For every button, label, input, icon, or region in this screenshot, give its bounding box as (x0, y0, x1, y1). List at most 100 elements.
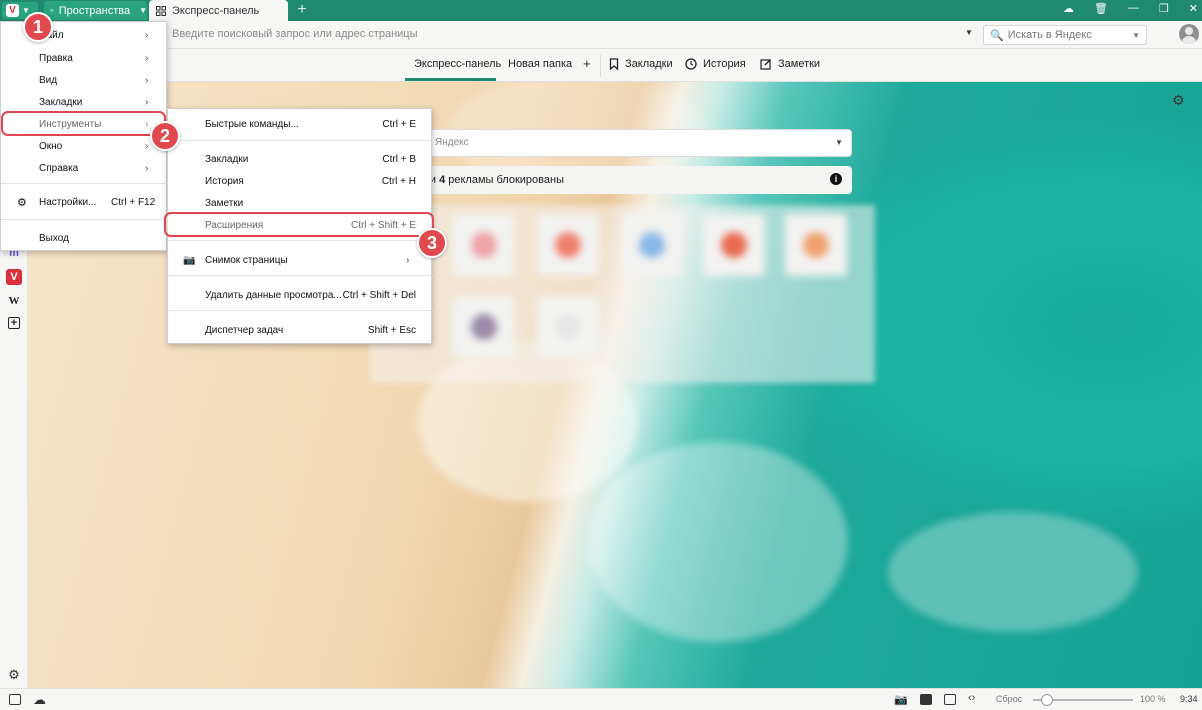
panel-toggle-icon[interactable] (9, 694, 21, 705)
page-tiling-icon[interactable] (944, 694, 956, 705)
menu-item-bookmarks[interactable]: Закладки Ctrl + B (168, 148, 433, 170)
divider (1, 219, 168, 220)
menu-item-bookmarks[interactable]: Закладки › (1, 91, 168, 113)
chevron-down-icon[interactable]: ▼ (965, 28, 973, 37)
speed-dial-tile[interactable] (621, 214, 683, 276)
bookmark-new-folder[interactable]: Новая папка (508, 58, 572, 70)
menu-item-label: Закладки (205, 153, 249, 165)
history-panel-button[interactable]: История (685, 58, 746, 70)
menu-item-clear-data[interactable]: Удалить данные просмотра... Ctrl + Shift … (168, 284, 433, 306)
notes-icon (760, 59, 771, 70)
highlight-extensions (164, 212, 434, 237)
bookmarks-panel-button[interactable]: Закладки (609, 58, 673, 70)
camera-icon[interactable]: 📷 (894, 693, 908, 706)
tile-favicon-icon (639, 232, 665, 258)
menu-item-shortcut: Ctrl + B (382, 153, 416, 165)
menu-item-history[interactable]: История Ctrl + H (168, 170, 433, 192)
menu-item-capture-page[interactable]: 📷 Снимок страницы › (168, 249, 433, 271)
speed-dial-tile[interactable] (785, 214, 847, 276)
history-label: История (703, 58, 746, 70)
menu-item-exit[interactable]: Выход (1, 227, 168, 249)
divider (168, 310, 433, 311)
notes-label: Заметки (778, 58, 821, 70)
search-input[interactable]: 🔍 Искать в Яндекс ▼ (983, 25, 1147, 45)
menu-item-edit[interactable]: Правка › (1, 47, 168, 69)
background-wave (888, 512, 1138, 632)
add-folder-button[interactable]: + (583, 56, 591, 71)
menu-item-label: Настройки... (39, 196, 97, 208)
notes-panel-button[interactable]: Заметки (760, 58, 820, 70)
trash-icon[interactable]: 🗑 (1094, 2, 1108, 15)
chevron-right-icon: › (145, 52, 149, 64)
zoom-level: 100 % (1140, 694, 1166, 704)
zoom-reset-button[interactable]: Сброс (996, 694, 1022, 704)
chevron-down-icon: ▼ (139, 6, 147, 15)
search-placeholder: Искать в Яндекс (1007, 29, 1092, 41)
info-icon[interactable]: i (830, 173, 842, 185)
settings-icon[interactable]: ⚙ (6, 667, 22, 683)
divider (168, 140, 433, 141)
menu-item-label: Удалить данные просмотра... (205, 289, 342, 301)
cloud-icon[interactable]: ☁ (33, 692, 46, 708)
image-icon[interactable] (920, 694, 932, 705)
chevron-right-icon: › (145, 29, 149, 41)
menu-item-view[interactable]: Вид › (1, 69, 168, 91)
menu-item-settings[interactable]: ⚙ Настройки... Ctrl + F12 (1, 191, 168, 213)
menu-item-shortcut: Shift + Esc (367, 324, 416, 336)
restore-icon[interactable]: ❐ (1159, 2, 1169, 15)
speed-dial-tile[interactable] (537, 214, 599, 276)
main-menu: Файл › Правка › Вид › Закладки › Инструменты… (0, 21, 168, 251)
menu-item-shortcut: Ctrl + Shift + Del (342, 289, 416, 301)
url-input[interactable]: Введите поисковый запрос или адрес стран… (166, 25, 979, 45)
address-bar: Введите поисковый запрос или адрес стран… (0, 21, 1202, 49)
menu-item-label: Выход (39, 232, 69, 244)
wikipedia-icon[interactable]: W (6, 293, 22, 309)
cloud-sync-icon[interactable]: ☁ (1063, 2, 1074, 15)
zoom-slider-handle[interactable] (1041, 694, 1053, 706)
menu-item-task-manager[interactable]: Диспетчер задач Shift + Esc (168, 319, 433, 341)
chevron-right-icon: › (145, 140, 149, 152)
chevron-right-icon: › (406, 254, 410, 266)
menu-item-shortcut: Ctrl + F12 (111, 196, 156, 208)
status-bar: ☁ 📷 ‹› Сброс 100 % 9:34 (0, 688, 1202, 710)
menu-item-label: Снимок страницы (205, 254, 288, 266)
menu-item-help[interactable]: Справка › (1, 157, 168, 179)
bookmarks-bar: Экспресс-панель Новая папка + Закладки И… (0, 49, 1202, 82)
vivaldi-icon[interactable]: V (6, 269, 22, 285)
menu-item-notes[interactable]: Заметки (168, 192, 433, 214)
vivaldi-logo-icon: V (6, 4, 19, 17)
minimize-icon[interactable]: — (1128, 2, 1139, 15)
speed-dial-tile[interactable] (453, 214, 515, 276)
tile-favicon-icon (555, 232, 581, 258)
avatar[interactable] (1179, 24, 1199, 44)
window-controls: ☁ 🗑 — ❐ ✕ (1063, 2, 1198, 15)
menu-item-label: История (205, 175, 244, 187)
menu-item-label: Правка (39, 52, 73, 64)
speed-dial-tile[interactable] (453, 296, 515, 358)
add-panel-icon[interactable]: + (8, 317, 20, 329)
bookmarks-label: Закладки (625, 58, 673, 70)
tab-bar: V ▼ Пространства ▼ Экспресс-панель + ☁ 🗑… (0, 0, 1202, 21)
chevron-down-icon[interactable]: ▼ (1132, 31, 1140, 40)
divider (168, 240, 433, 241)
menu-item-label: Быстрые команды... (205, 118, 299, 130)
chevron-down-icon[interactable]: ▼ (835, 138, 843, 147)
bookmark-speed-dial[interactable]: Экспресс-панель (414, 58, 501, 70)
menu-item-label: Справка (39, 162, 79, 174)
settings-icon[interactable]: ⚙ (1172, 92, 1185, 109)
tab-speed-dial[interactable]: Экспресс-панель (149, 0, 288, 21)
speed-dial-search-input[interactable]: Яндекс ▼ (428, 129, 852, 157)
code-icon[interactable]: ‹› (968, 692, 975, 704)
menu-item-window[interactable]: Окно › (1, 135, 168, 157)
tab-label: Экспресс-панель (172, 4, 260, 17)
divider (1, 183, 168, 184)
speed-dial-tile[interactable] (537, 296, 599, 358)
spaces-button[interactable]: Пространства ▼ (44, 1, 147, 20)
tile-favicon-icon (721, 232, 747, 258)
tile-favicon-icon (555, 314, 581, 340)
menu-item-quick-commands[interactable]: Быстрые команды... Ctrl + E (168, 113, 433, 135)
new-tab-button[interactable]: + (294, 1, 310, 19)
tile-favicon-icon (803, 232, 829, 258)
close-icon[interactable]: ✕ (1189, 2, 1198, 15)
speed-dial-tile[interactable] (703, 214, 765, 276)
